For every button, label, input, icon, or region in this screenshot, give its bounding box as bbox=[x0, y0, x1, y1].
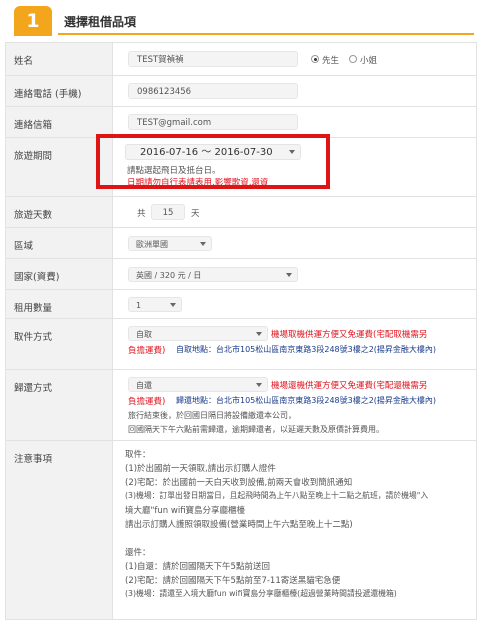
notes-line: (1)於出國前一天領取,請出示訂購人證件 bbox=[125, 464, 276, 474]
region-select-value: 歐洲單國 bbox=[136, 240, 168, 249]
chevron-down-icon bbox=[256, 332, 262, 336]
rental-form: 姓名 TEST賀禎禎 先生 小姐 連絡電話 (手機) 0986123456 連絡… bbox=[5, 42, 477, 620]
country-label: 國家(資費) bbox=[14, 272, 60, 283]
gender-male-label: 先生 bbox=[322, 56, 340, 66]
section-header: 1 選擇租借品項 bbox=[4, 4, 476, 36]
return-instructions: 旅行結束後，於回國日隔日將設備繳還本公司， bbox=[128, 411, 296, 420]
name-label: 姓名 bbox=[14, 56, 34, 67]
return-note: 機場還機供運方便又免運費(宅配還機需另 bbox=[271, 381, 428, 391]
notes-line: (2)宅配：請於回國隔天下午5點前至7-11寄送黑貓宅急便 bbox=[125, 576, 341, 586]
pickup-label: 取件方式 bbox=[14, 332, 53, 343]
chevron-down-icon bbox=[170, 303, 176, 307]
return-label: 歸還方式 bbox=[14, 383, 53, 394]
days-input[interactable]: 15 bbox=[151, 204, 185, 220]
row-return: 歸還方式 自還 機場還機供運方便又免運費(宅配還機需另 負擔運費) 歸還地點：台… bbox=[6, 370, 476, 441]
row-region: 區域 歐洲單國 bbox=[6, 228, 476, 259]
notes-line: 取件： bbox=[125, 450, 151, 460]
travel-period-label: 旅遊期間 bbox=[14, 151, 53, 162]
email-label: 連絡信箱 bbox=[14, 120, 53, 131]
notes-label: 注意事項 bbox=[14, 454, 53, 465]
pickup-note-cont: 負擔運費) bbox=[128, 346, 166, 356]
pickup-address: 自取地點：台北市105松山區南京東路3段248號3樓之2(揚昇金融大樓內) bbox=[176, 345, 437, 354]
return-deadline: 回國隔天下午六點前需歸還，逾期歸還者，以延遲天數及原價計算費用。 bbox=[128, 425, 384, 434]
country-select-value: 英國 / 320 元 / 日 bbox=[136, 271, 202, 280]
gender-female-label: 小姐 bbox=[360, 56, 378, 66]
chevron-down-icon bbox=[286, 273, 292, 277]
notes-line: (2)宅配：於出國前一天白天收到設備,前兩天會收到簡訊通知 bbox=[125, 478, 353, 488]
pickup-method-value: 自取 bbox=[136, 330, 152, 339]
row-country: 國家(資費) 英國 / 320 元 / 日 bbox=[6, 259, 476, 290]
row-quantity: 租用數量 1 bbox=[6, 290, 476, 319]
region-label: 區域 bbox=[14, 241, 34, 252]
pickup-method-select[interactable]: 自取 bbox=[128, 326, 268, 341]
chevron-down-icon bbox=[200, 242, 206, 246]
row-days: 旅遊天數 共 15 天 bbox=[6, 197, 476, 228]
phone-label: 連絡電話 (手機) bbox=[14, 89, 82, 100]
phone-input[interactable]: 0986123456 bbox=[128, 83, 298, 99]
days-label: 旅遊天數 bbox=[14, 210, 53, 221]
return-address: 歸還地點：台北市105松山區南京東路3段248號3樓之2(揚昇金融大樓內) bbox=[176, 396, 437, 405]
return-method-select[interactable]: 自還 bbox=[128, 377, 268, 392]
row-notes: 注意事項 取件： (1)於出國前一天領取,請出示訂購人證件 (2)宅配：於出國前… bbox=[6, 441, 476, 619]
return-method-value: 自還 bbox=[136, 381, 152, 390]
notes-line: (3)機場：訂單出發日期當日，且起飛時間為上午八點至晚上十二點之航班，請於機場"… bbox=[125, 491, 429, 500]
days-prefix: 共 bbox=[137, 209, 146, 219]
row-name: 姓名 TEST賀禎禎 先生 小姐 bbox=[6, 43, 476, 76]
quantity-select[interactable]: 1 bbox=[128, 297, 182, 312]
days-suffix: 天 bbox=[191, 209, 200, 219]
country-select[interactable]: 英國 / 320 元 / 日 bbox=[128, 267, 298, 282]
section-title: 選擇租借品項 bbox=[58, 9, 474, 35]
pickup-note: 機場取機供運方便又免運費(宅配取機需另 bbox=[271, 330, 428, 340]
gender-female-radio[interactable] bbox=[349, 55, 357, 63]
quantity-select-value: 1 bbox=[136, 301, 142, 310]
region-select[interactable]: 歐洲單國 bbox=[128, 236, 212, 251]
return-note-cont: 負擔運費) bbox=[128, 397, 166, 407]
notes-line: 請出示訂購人護照領取設備(營業時間上午六點至晚上十二點) bbox=[125, 520, 353, 530]
chevron-down-icon bbox=[256, 383, 262, 387]
step-number-badge: 1 bbox=[14, 6, 52, 36]
quantity-label: 租用數量 bbox=[14, 303, 53, 314]
email-input[interactable]: TEST@gmail.com bbox=[128, 114, 298, 130]
notes-line: 還件： bbox=[125, 548, 151, 558]
notes-line: (3)機場：請還至入境大廳fun wifi寶島分享廳櫃檯(超過營業時間請投遞還機… bbox=[125, 589, 397, 598]
notes-line: (1)自還：請於回國隔天下午5點前送回 bbox=[125, 562, 270, 572]
date-highlight-box bbox=[96, 134, 330, 189]
notes-line: 境大廳"fun wifi寶島分享廳櫃檯 bbox=[125, 506, 246, 516]
row-pickup: 取件方式 自取 機場取機供運方便又免運費(宅配取機需另 負擔運費) 自取地點：台… bbox=[6, 319, 476, 370]
row-phone: 連絡電話 (手機) 0986123456 bbox=[6, 76, 476, 107]
name-input[interactable]: TEST賀禎禎 bbox=[128, 51, 298, 67]
gender-male-radio[interactable] bbox=[311, 55, 319, 63]
